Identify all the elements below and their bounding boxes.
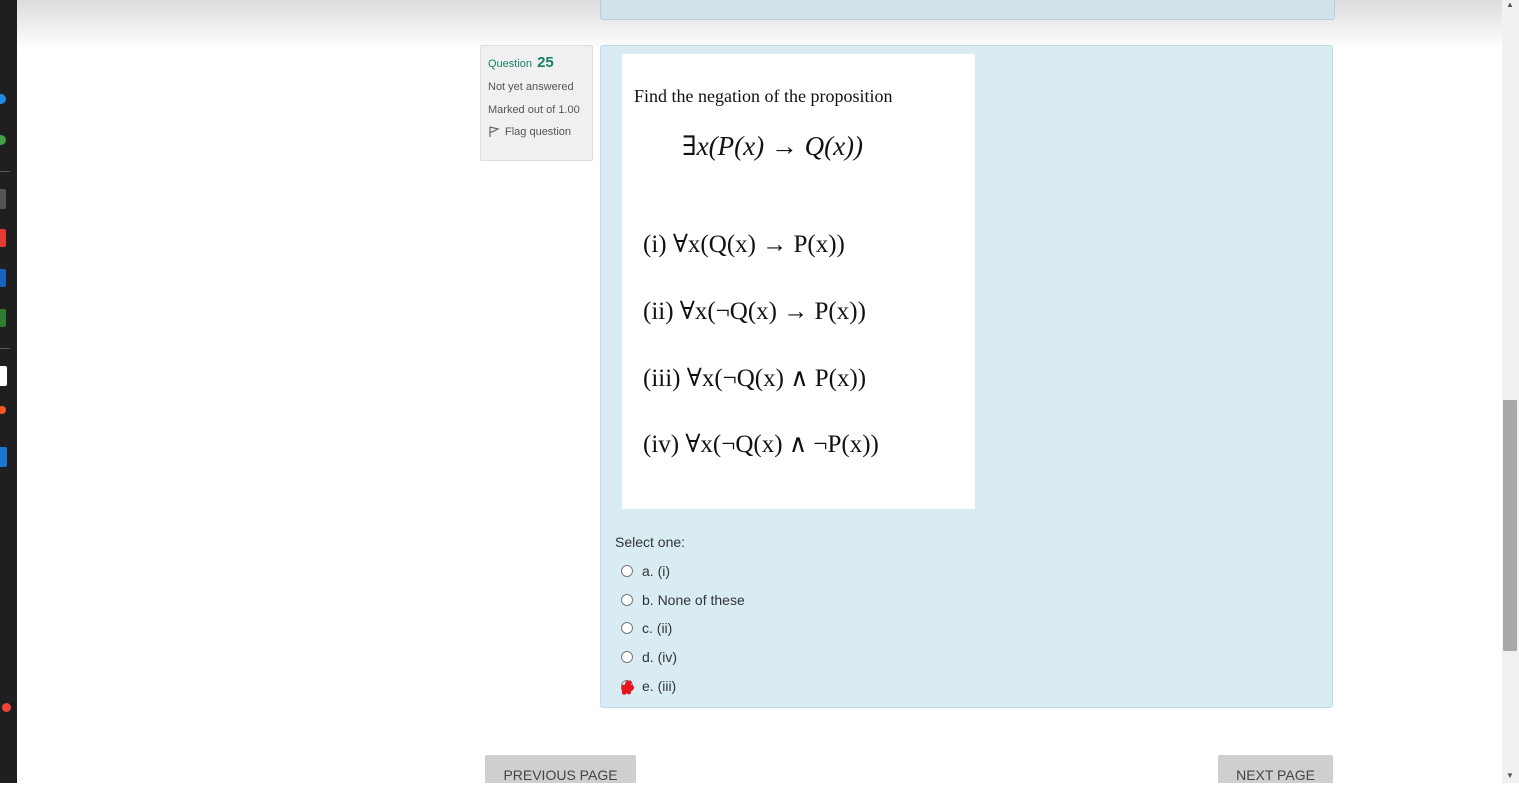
notification-dot (2, 703, 11, 712)
flag-icon (489, 126, 500, 137)
question-state: Not yet answered (488, 81, 574, 93)
app-icon-red[interactable] (0, 229, 6, 247)
radio-a[interactable] (621, 565, 633, 578)
answer-d-label: d. (iv) (642, 649, 677, 666)
radio-d[interactable] (621, 651, 633, 664)
scrollbar-thumb[interactable] (1503, 400, 1517, 651)
image-option-4: (iv) ∀x(¬Q(x) ∧ ¬P(x)) (643, 431, 879, 458)
select-one-label: Select one: (615, 534, 686, 550)
previous-page-button[interactable]: PREVIOUS PAGE (485, 755, 636, 783)
answer-option-b[interactable]: b. None of these (621, 586, 745, 615)
app-icon-check[interactable] (0, 366, 7, 386)
scroll-up-arrow-icon[interactable]: ▲ (1506, 0, 1514, 9)
question-number: Question 25 (488, 54, 554, 71)
question-image: Find the negation of the proposition ∃x(… (622, 54, 975, 509)
vertical-scrollbar[interactable] (1502, 0, 1519, 783)
question-info-box: Question 25 Not yet answered Marked out … (480, 45, 593, 161)
answer-option-e[interactable]: e. (iii) (621, 671, 745, 700)
question-formula: ∃x(P(x) → Q(x)) (682, 131, 864, 161)
question-prompt: Find the negation of the proposition (634, 86, 893, 106)
answer-b-label: b. None of these (642, 591, 745, 608)
question-content: Find the negation of the proposition ∃x(… (600, 45, 1333, 708)
answer-option-d[interactable]: d. (iv) (621, 643, 745, 672)
answer-list: a. (i) b. None of these c. (ii) d. (iv) … (621, 557, 745, 700)
answer-option-a[interactable]: a. (i) (621, 557, 745, 586)
taskbar-dock (0, 0, 17, 783)
answer-e-label: e. (iii) (642, 677, 677, 694)
answer-a-label: a. (i) (642, 563, 670, 580)
scroll-down-arrow-icon[interactable]: ▼ (1506, 771, 1514, 780)
app-icon-green[interactable] (0, 135, 6, 145)
image-option-3: (iii) ∀x(¬Q(x) ∧ P(x)) (643, 365, 867, 392)
radio-e[interactable] (621, 679, 634, 695)
previous-question-card (600, 0, 1335, 20)
answer-c-label: c. (ii) (642, 620, 673, 637)
app-icon-blue-doc[interactable] (0, 447, 7, 467)
image-option-1: (i) ∀x(Q(x) → P(x)) (643, 231, 845, 258)
flag-question-label: Flag question (505, 126, 572, 138)
radio-b[interactable] (621, 593, 633, 606)
app-icon-gray[interactable] (0, 189, 6, 209)
red-scribble-mark (621, 680, 634, 695)
answer-option-c[interactable]: c. (ii) (621, 614, 745, 643)
radio-c[interactable] (621, 622, 633, 635)
flag-question-link[interactable]: Flag question (488, 126, 585, 138)
next-page-button[interactable]: NEXT PAGE (1218, 755, 1333, 783)
app-icon-orange[interactable] (0, 406, 6, 414)
question-marks: Marked out of 1.00 (488, 104, 580, 116)
image-option-2: (ii) ∀x(¬Q(x) → P(x)) (643, 298, 866, 325)
app-icon-blue-square[interactable] (0, 269, 6, 287)
app-icon-green-square[interactable] (0, 309, 6, 327)
app-icon-blue[interactable] (0, 94, 6, 104)
